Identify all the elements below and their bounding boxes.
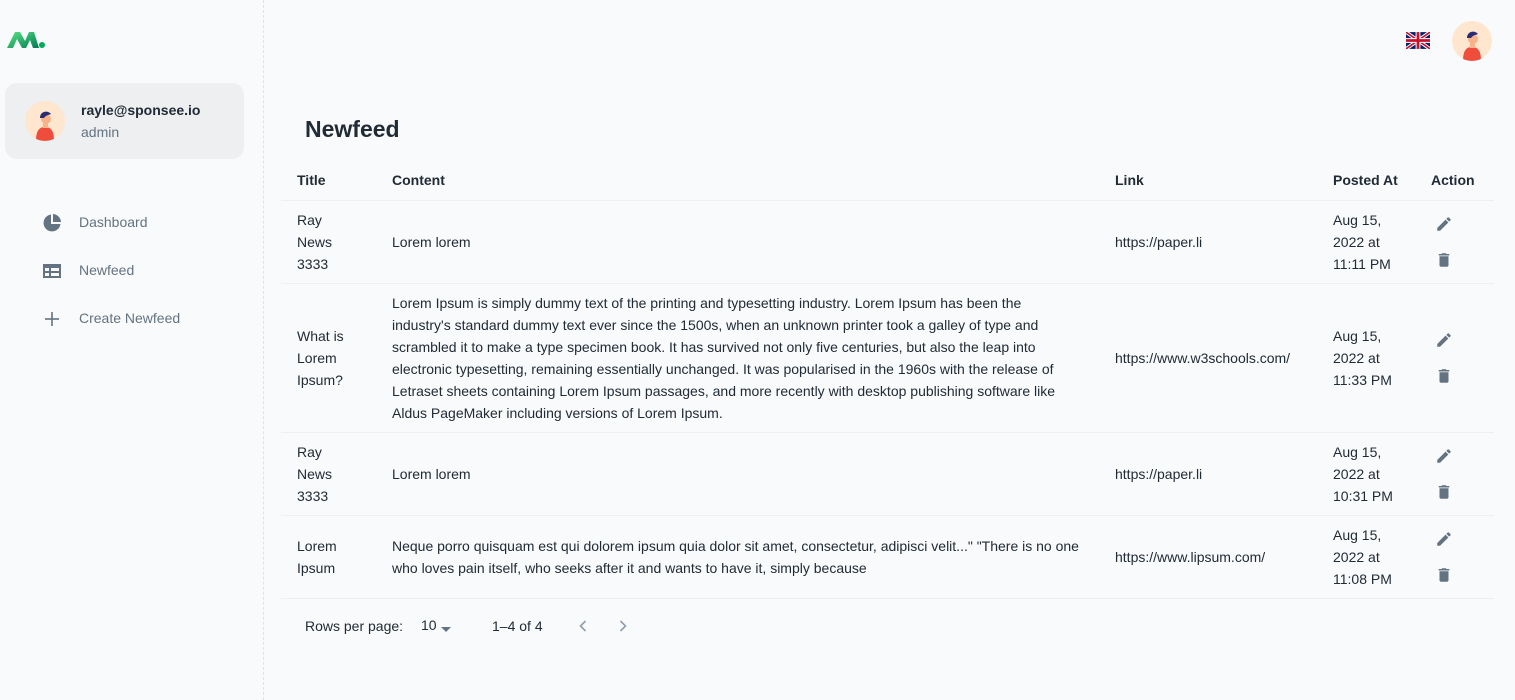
avatar	[25, 101, 65, 141]
row-content: Lorem lorem	[376, 432, 1099, 516]
caret-down-icon	[441, 621, 451, 637]
plus-icon	[42, 309, 62, 329]
table-row: Ray News 3333 Lorem lorem https://paper.…	[281, 200, 1494, 284]
column-header-title: Title	[281, 160, 376, 201]
trash-icon[interactable]	[1433, 564, 1455, 586]
table-row: Ray News 3333 Lorem lorem https://paper.…	[281, 432, 1494, 516]
row-posted-at: Aug 15, 2022 at 11:08 PM	[1317, 515, 1415, 599]
row-title: Lorem Ipsum	[281, 515, 376, 599]
sidebar: rayle@sponsee.io admin Dashboard Newfeed	[0, 0, 264, 700]
avatar[interactable]	[1452, 21, 1492, 61]
newfeed-table: Title Content Link Posted At Action Ray …	[281, 160, 1494, 599]
chevron-right-icon[interactable]	[613, 616, 633, 636]
row-actions	[1415, 200, 1494, 284]
trash-icon[interactable]	[1433, 249, 1455, 271]
column-header-link: Link	[1099, 160, 1317, 201]
pie-chart-icon	[42, 213, 62, 233]
row-content: Lorem lorem	[376, 200, 1099, 284]
sidebar-item-dashboard[interactable]: Dashboard	[0, 199, 264, 247]
table-icon	[42, 261, 62, 281]
row-actions	[1415, 432, 1494, 516]
row-title: Ray News 3333	[281, 200, 376, 284]
chevron-left-icon[interactable]	[573, 616, 593, 636]
row-posted-at: Aug 15, 2022 at 10:31 PM	[1317, 432, 1415, 516]
rows-per-page-label: Rows per page:	[305, 618, 404, 634]
sidebar-item-label: Create Newfeed	[79, 310, 181, 326]
row-actions	[1415, 515, 1494, 599]
row-posted-at: Aug 15, 2022 at 11:11 PM	[1317, 200, 1415, 284]
table-row: What is Lorem Ipsum? Lorem Ipsum is simp…	[281, 283, 1494, 433]
edit-icon[interactable]	[1433, 213, 1455, 235]
trash-icon[interactable]	[1433, 481, 1455, 503]
logo-icon[interactable]	[6, 28, 46, 52]
edit-icon[interactable]	[1433, 445, 1455, 467]
row-posted-at: Aug 15, 2022 at 11:33 PM	[1317, 283, 1415, 433]
uk-flag-icon[interactable]	[1404, 30, 1432, 51]
row-content: Lorem Ipsum is simply dummy text of the …	[376, 283, 1099, 433]
account-card[interactable]: rayle@sponsee.io admin	[5, 83, 244, 159]
pagination-range: 1–4 of 4	[492, 618, 543, 634]
sidebar-item-label: Dashboard	[79, 214, 148, 230]
row-link[interactable]: https://paper.li	[1099, 200, 1317, 284]
row-actions	[1415, 283, 1494, 433]
column-header-posted-at: Posted At	[1317, 160, 1415, 201]
sidebar-item-create-newfeed[interactable]: Create Newfeed	[0, 295, 264, 343]
rows-per-page-select[interactable]: 10	[421, 617, 461, 637]
trash-icon[interactable]	[1433, 365, 1455, 387]
row-content: Neque porro quisquam est qui dolorem ips…	[376, 515, 1099, 599]
page-title: Newfeed	[305, 116, 400, 142]
edit-icon[interactable]	[1433, 329, 1455, 351]
sidebar-item-newfeed[interactable]: Newfeed	[0, 247, 264, 295]
sidebar-item-label: Newfeed	[79, 262, 135, 278]
table-row: Lorem Ipsum Neque porro quisquam est qui…	[281, 515, 1494, 599]
row-title: What is Lorem Ipsum?	[281, 283, 376, 433]
account-role: admin	[81, 124, 120, 140]
edit-icon[interactable]	[1433, 528, 1455, 550]
column-header-content: Content	[376, 160, 1099, 201]
table-header-row: Title Content Link Posted At Action	[281, 160, 1494, 201]
account-email: rayle@sponsee.io	[81, 102, 201, 118]
row-link[interactable]: https://www.w3schools.com/	[1099, 283, 1317, 433]
column-header-action: Action	[1415, 160, 1494, 201]
row-link[interactable]: https://paper.li	[1099, 432, 1317, 516]
rows-per-page-value: 10	[421, 617, 437, 633]
row-title: Ray News 3333	[281, 432, 376, 516]
row-link[interactable]: https://www.lipsum.com/	[1099, 515, 1317, 599]
